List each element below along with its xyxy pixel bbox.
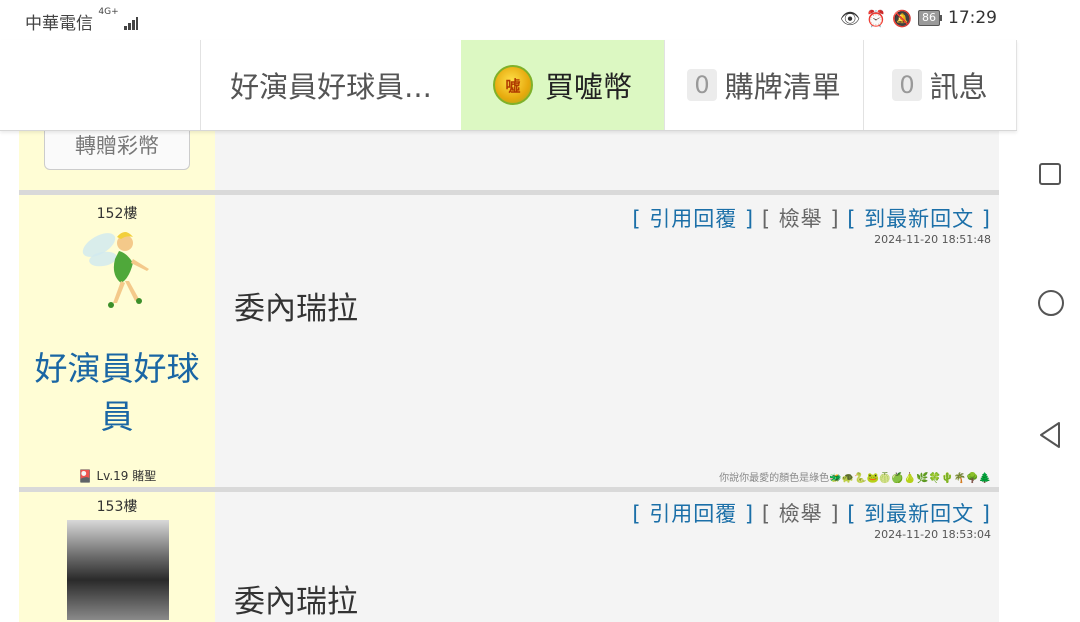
post-153: 153樓 [ 引用回覆 ] [ 檢舉 ] [ 到最新回文 ] 2024-11-2… [19,492,999,622]
post-timestamp: 2024-11-20 18:53:04 [874,528,991,541]
signal-icon [124,16,139,30]
post-actions: [ 引用回覆 ] [ 檢舉 ] [ 到最新回文 ] [632,203,991,233]
carrier-name: 中華電信 [25,14,93,34]
quote-reply-link[interactable]: [ 引用回覆 ] [632,207,754,231]
post-actions: [ 引用回覆 ] [ 檢舉 ] [ 到最新回文 ] [632,498,991,528]
avatar[interactable] [67,520,169,620]
user-signature: 你說你最愛的顏色是綠色🐲🐢🐍🐸🍈🍏🍐🌿🍀🌵🌴🌳🌲 [719,473,991,484]
carrier-info: 中華電信 4G+ [25,7,139,34]
status-bar: 中華電信 4G+ 👁 ⏰ 🔕 86 17:29 [0,0,1080,40]
network-type: 4G+ [98,7,119,17]
tab-messages[interactable]: 0 訊息 [863,40,1017,130]
latest-reply-link[interactable]: [ 到最新回文 ] [847,207,991,231]
quote-reply-link[interactable]: [ 引用回覆 ] [632,502,754,526]
eye-comfort-icon: 👁 [839,8,861,28]
tab-label: 好演員好球員... [230,70,432,104]
level-badge-icon: 🎴 [77,469,93,483]
post-body: 委內瑞拉 [234,291,358,327]
level-label: Lv.19 賭聖 [96,469,157,483]
system-nav-bar [1017,130,1080,608]
floor-number: 153樓 [96,499,138,515]
user-level: 🎴 Lv.19 賭聖 [19,467,215,484]
count-badge: 0 [892,69,922,101]
user-sidebar: 轉贈彩幣 [19,130,215,190]
status-icons: 👁 ⏰ 🔕 86 17:29 [840,8,997,28]
battery-tip [940,15,942,21]
mute-icon: 🔕 [892,8,912,28]
tab-label: 購牌清單 [724,70,841,104]
top-navigation: 好演員好球員... 噓 買噓幣 0 購牌清單 0 訊息 [0,40,1017,131]
latest-reply-link[interactable]: [ 到最新回文 ] [847,502,991,526]
tab-label: 訊息 [929,70,988,104]
gift-coins-button[interactable]: 轉贈彩幣 [44,130,190,170]
post-body: 委內瑞拉 [234,584,358,620]
home-icon[interactable] [1038,290,1064,316]
tab-buy-coins[interactable]: 噓 買噓幣 [461,40,664,130]
clock: 17:29 [948,8,997,28]
post-timestamp: 2024-11-20 18:51:48 [874,233,991,246]
user-sidebar: 152樓 好演員好球員 🎴 Lv.19 賭聖 [19,195,215,487]
tab-thread-title[interactable]: 好演員好球員... [200,40,461,130]
username[interactable]: 好演員好球員 [19,345,215,441]
recent-apps-icon[interactable] [1039,163,1061,185]
post-partial: 轉贈彩幣 [19,130,999,195]
post-152: 152樓 好演員好球員 🎴 Lv.19 賭聖 [ 引用回覆 ] [ 檢舉] [… [19,195,999,492]
coin-icon: 噓 [492,65,533,105]
alarm-icon: ⏰ [866,8,887,28]
battery-icon: 86 [918,10,940,26]
fairy-avatar[interactable] [77,223,157,319]
back-icon[interactable] [1037,420,1063,450]
count-badge: 0 [687,69,717,101]
user-sidebar: 153樓 [19,492,215,622]
report-link[interactable]: [ 檢舉 ] [762,207,840,231]
tab-label: 買噓幣 [544,70,632,104]
report-link[interactable]: [ 檢舉 ] [762,502,840,526]
floor-number: 152樓 [96,206,138,222]
tab-purchase-list[interactable]: 0 購牌清單 [664,40,863,130]
